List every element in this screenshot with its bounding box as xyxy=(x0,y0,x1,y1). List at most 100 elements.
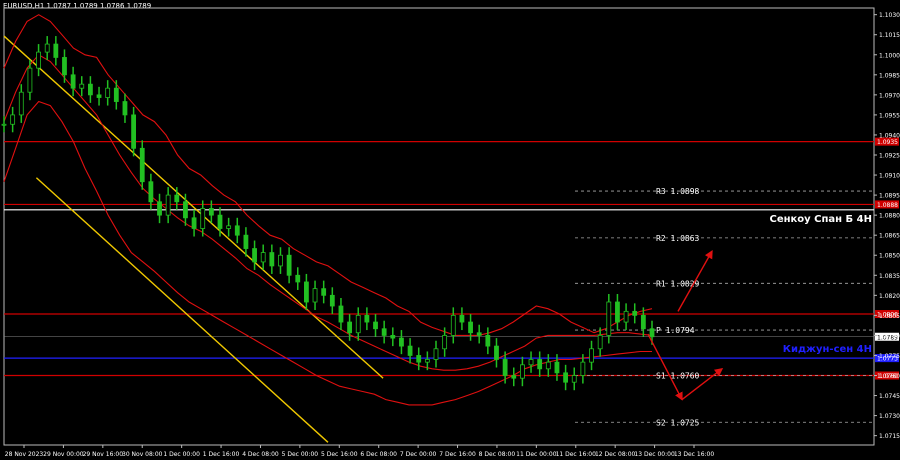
price-candle xyxy=(62,57,67,76)
price-candle xyxy=(424,359,430,363)
x-tick-label: 7 Dec 00:00 xyxy=(400,451,437,458)
y-tick-label: 1.1015 xyxy=(879,32,900,39)
price-candle xyxy=(623,310,629,323)
price-candle xyxy=(502,359,508,376)
level-labels: Сенкоу Спан Б 4Н Киджун-сен 4Н xyxy=(769,214,872,355)
y-tick-label: 1.0820 xyxy=(879,293,900,300)
y-tick-label: 1.0850 xyxy=(879,253,900,260)
price-candle xyxy=(476,332,482,336)
price-candle xyxy=(571,375,577,383)
x-tick-label: 30 Nov 08:00 xyxy=(122,451,163,458)
price-candle xyxy=(563,372,568,383)
pivot-label: R3 1.0898 xyxy=(656,187,700,196)
price-candle xyxy=(243,234,249,249)
x-tick-label: 29 Nov 16:00 xyxy=(83,451,124,458)
x-tick-label: 5 Dec 00:00 xyxy=(282,451,319,458)
price-candle xyxy=(139,147,145,183)
price-candle xyxy=(390,335,396,339)
price-candle xyxy=(545,361,551,370)
level-tag-label: 1.0935 xyxy=(877,139,898,146)
price-candle xyxy=(597,335,603,350)
price-candle xyxy=(88,83,93,96)
bollinger-middle-band xyxy=(3,54,653,371)
price-candle xyxy=(511,375,517,379)
y-tick-label: 1.0955 xyxy=(879,112,900,119)
price-candle xyxy=(53,43,59,58)
pivot-label: R2 1.0863 xyxy=(656,234,700,243)
price-candle xyxy=(96,94,102,98)
price-candle xyxy=(10,114,16,125)
price-candle xyxy=(183,201,188,219)
y-tick-label: 1.0835 xyxy=(879,273,900,280)
chart-window: { "header": { "symbol_line": "EURUSD,H1 … xyxy=(0,0,900,460)
price-candle xyxy=(433,348,439,360)
bollinger-upper-band xyxy=(3,14,653,336)
price-candle xyxy=(355,314,361,334)
price-candle xyxy=(157,201,162,216)
y-tick-label: 1.0760 xyxy=(879,373,900,380)
chart-frame xyxy=(3,7,875,446)
price-candle xyxy=(44,43,50,53)
price-candle xyxy=(580,361,586,376)
price-candle xyxy=(113,87,119,102)
price-candle xyxy=(165,194,171,216)
price-candle xyxy=(632,310,638,316)
price-candle xyxy=(208,208,214,216)
price-candle xyxy=(347,321,353,334)
price-candle xyxy=(27,67,33,93)
price-candle xyxy=(1,123,7,126)
price-candle xyxy=(589,348,594,363)
y-tick-label: 1.0925 xyxy=(879,153,900,160)
pivot-label: S2 1.0725 xyxy=(656,418,700,427)
price-candle xyxy=(79,83,85,89)
price-candle xyxy=(338,305,344,323)
price-candle xyxy=(321,288,327,296)
price-candle xyxy=(234,225,240,236)
bollinger-lower-band xyxy=(3,100,652,406)
y-tick-label: 1.0940 xyxy=(879,132,900,139)
pivot-label: P 1.0794 xyxy=(656,326,695,335)
price-candle xyxy=(252,248,257,263)
price-candle xyxy=(200,208,206,229)
y-tick-label: 1.0970 xyxy=(879,92,900,99)
price-candle xyxy=(295,274,301,283)
price-candle xyxy=(399,337,404,347)
y-tick-label: 1.1000 xyxy=(879,52,900,59)
x-tick-label: 5 Dec 16:00 xyxy=(321,451,358,458)
price-candle xyxy=(485,335,491,347)
x-tick-label: 11 Dec 00:00 xyxy=(516,451,557,458)
price-candle xyxy=(416,355,422,363)
x-tick-label: 1 Dec 00:00 xyxy=(163,451,200,458)
price-candle xyxy=(494,345,499,360)
y-tick-label: 1.0775 xyxy=(879,353,900,360)
y-tick-label: 1.0715 xyxy=(879,433,900,440)
y-tick-label: 1.1030 xyxy=(879,12,900,19)
price-candle xyxy=(148,181,154,203)
x-tick-label: 1 Dec 16:00 xyxy=(203,451,240,458)
channel-upper-line xyxy=(3,35,384,379)
x-tick-label: 13 Dec 16:00 xyxy=(674,451,715,458)
price-candle xyxy=(640,314,646,330)
x-tick-label: 4 Dec 08:00 xyxy=(242,451,279,458)
price-candle xyxy=(407,345,413,356)
price-candle xyxy=(381,328,387,336)
price-candle xyxy=(226,225,232,229)
price-candle xyxy=(269,252,275,267)
price-candle xyxy=(191,217,197,229)
y-tick-label: 1.0880 xyxy=(879,213,900,220)
y-tick-label: 1.0745 xyxy=(879,393,900,400)
axes: 1.1030 1.1015 1.1000 1.0985 1.0970 1.0955 1.09… xyxy=(5,12,900,458)
price-candle xyxy=(312,288,318,303)
y-tick-label: 1.0985 xyxy=(879,72,900,79)
price-candle xyxy=(105,87,111,98)
descending-channel xyxy=(3,35,384,443)
price-candle xyxy=(520,364,525,379)
price-candle xyxy=(606,301,612,336)
x-tick-label: 28 Nov 2023 xyxy=(5,451,44,458)
price-chart[interactable]: 1.09351.08881.08061.07731.07601.0789 R3 … xyxy=(0,0,900,460)
x-tick-label: 12 Dec 08:00 xyxy=(595,451,636,458)
price-candle xyxy=(217,214,223,229)
x-tick-label: 13 Dec 00:00 xyxy=(634,451,675,458)
price-candle xyxy=(131,114,137,149)
price-candle xyxy=(364,314,370,323)
